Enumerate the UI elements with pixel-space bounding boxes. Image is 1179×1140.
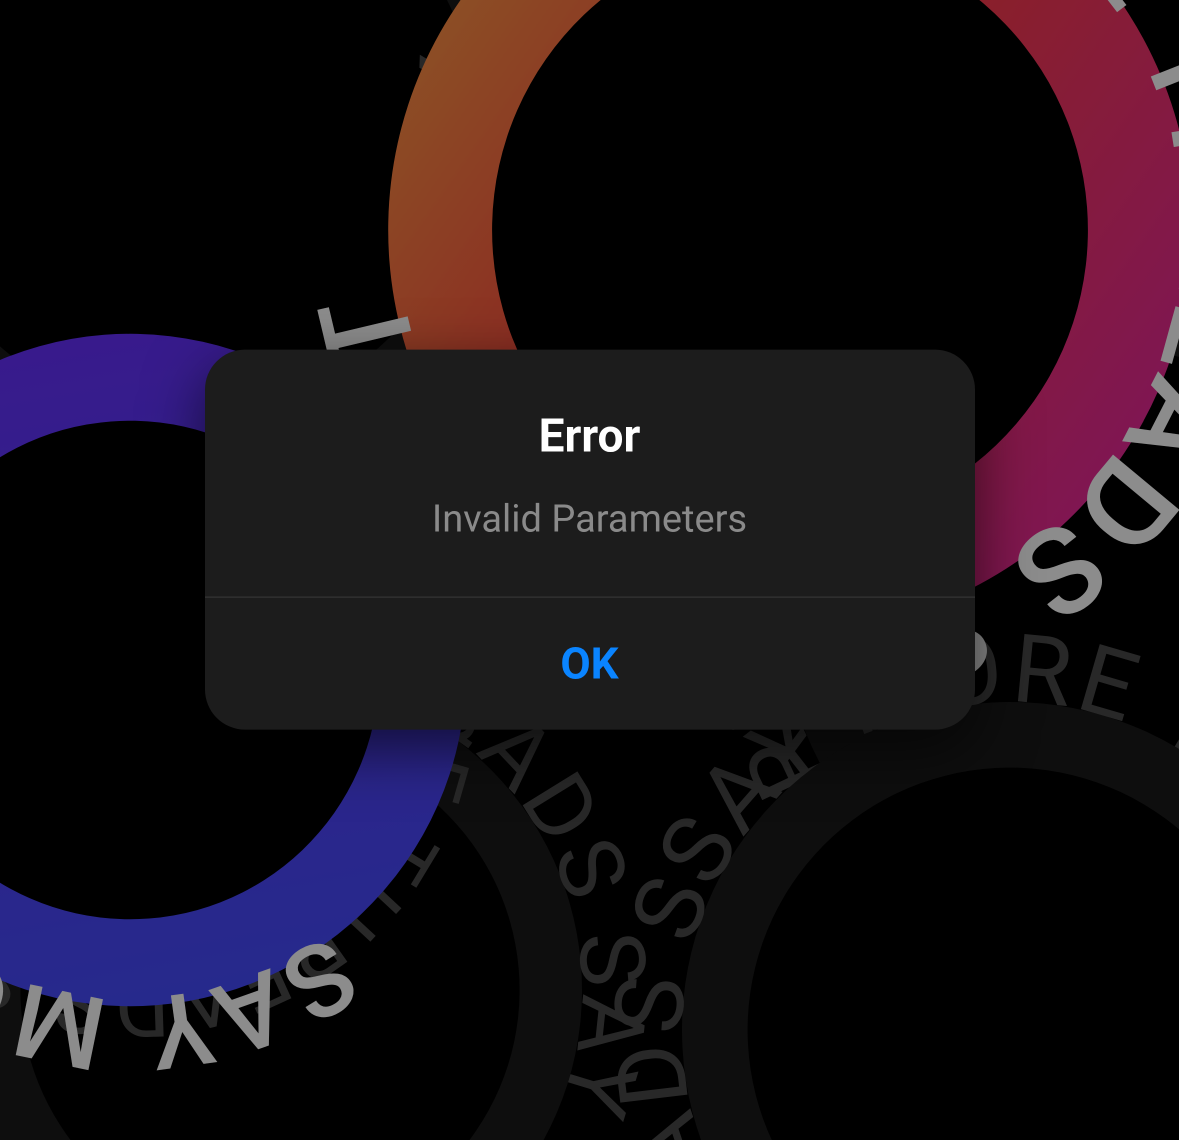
error-alert: Error Invalid Parameters OK xyxy=(205,350,975,730)
alert-title: Error xyxy=(245,410,935,464)
alert-body: Error Invalid Parameters xyxy=(205,350,975,597)
ok-button-label: OK xyxy=(560,638,618,690)
ok-button[interactable]: OK xyxy=(205,598,975,730)
alert-message: Invalid Parameters xyxy=(245,498,935,542)
